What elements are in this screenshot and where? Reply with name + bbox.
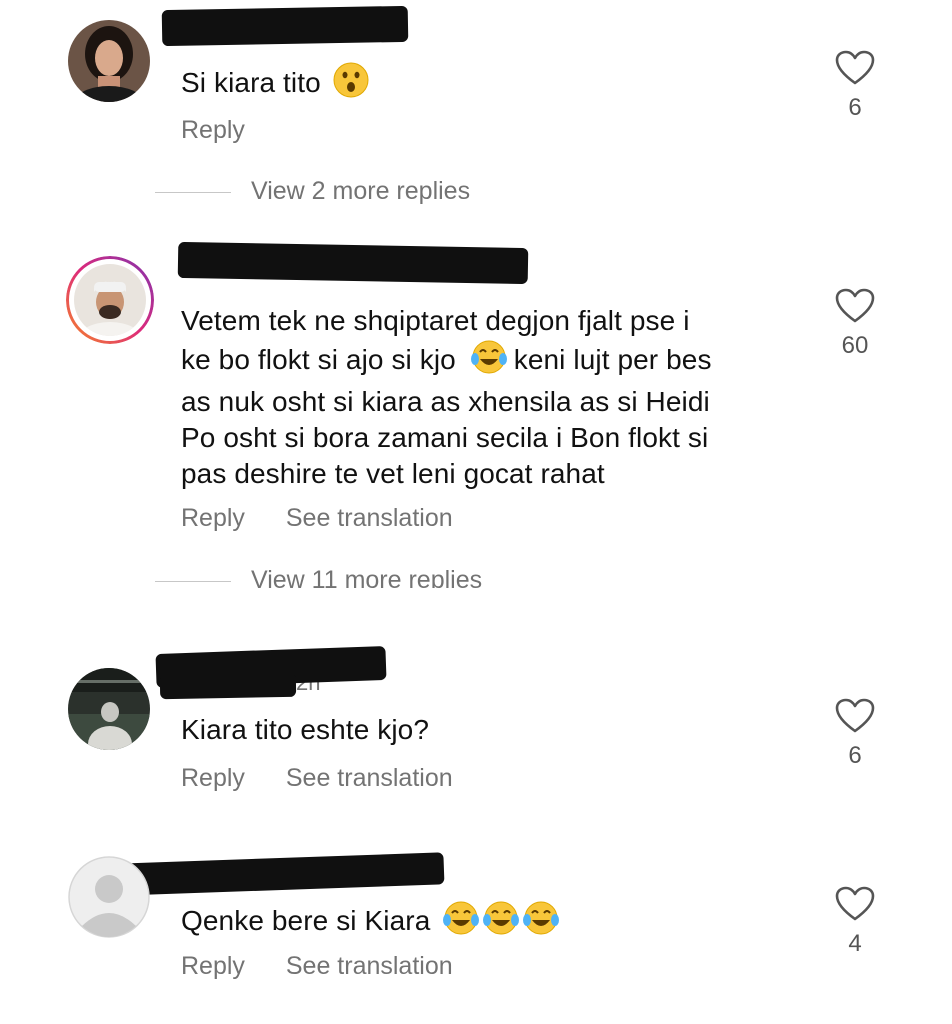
comment-text: Kiara tito eshte kjo? bbox=[181, 714, 430, 745]
view-more-replies-button[interactable]: View 2 more replies bbox=[251, 177, 470, 205]
reply-button[interactable]: Reply bbox=[181, 952, 245, 980]
see-translation-button[interactable]: See translation bbox=[286, 504, 453, 532]
see-translation-button[interactable]: See translation bbox=[286, 952, 453, 980]
view-more-replies: View 11 more replies bbox=[155, 566, 482, 588]
like-count: 60 bbox=[841, 332, 869, 359]
view-more-replies-button[interactable]: View 11 more replies bbox=[251, 566, 482, 588]
comment-actions: Reply See translation bbox=[181, 764, 487, 793]
like-count: 4 bbox=[848, 930, 862, 957]
tears-of-joy-icon bbox=[470, 339, 508, 384]
comment-actions: Reply See translation bbox=[181, 952, 487, 981]
comment-text: Si kiara tito bbox=[181, 62, 369, 107]
default-avatar[interactable] bbox=[68, 856, 150, 938]
like-control: 6 bbox=[832, 698, 878, 770]
like-control: 4 bbox=[832, 886, 878, 958]
comment-actions: Reply See translation bbox=[181, 504, 487, 533]
avatar[interactable] bbox=[68, 668, 150, 750]
comment-text: Vetem tek ne shqiptaret degjon fjalt pse… bbox=[181, 305, 712, 489]
avatar[interactable] bbox=[68, 20, 150, 102]
reply-button[interactable]: Reply bbox=[181, 504, 245, 532]
username-redaction bbox=[177, 241, 529, 285]
tears-of-joy-icon bbox=[442, 900, 560, 945]
see-translation-button[interactable]: See translation bbox=[286, 764, 453, 792]
like-control: 6 bbox=[832, 50, 878, 122]
heart-icon[interactable] bbox=[835, 886, 875, 922]
comment-actions: Reply bbox=[181, 116, 279, 145]
heart-icon[interactable] bbox=[835, 288, 875, 324]
username-redaction-2 bbox=[159, 672, 297, 700]
view-more-replies: View 2 more replies bbox=[155, 177, 470, 206]
divider-line bbox=[155, 191, 231, 193]
comment-text: Qenke bere si Kiara bbox=[181, 900, 560, 945]
like-control: 60 bbox=[832, 288, 878, 360]
like-count: 6 bbox=[848, 94, 862, 121]
avatar-with-story-ring[interactable] bbox=[66, 256, 154, 344]
like-count: 6 bbox=[848, 742, 862, 769]
heart-icon[interactable] bbox=[835, 50, 875, 86]
divider-line bbox=[155, 580, 231, 582]
astonished-face-icon bbox=[333, 62, 369, 107]
reply-button[interactable]: Reply bbox=[181, 764, 245, 792]
username-redaction bbox=[161, 5, 409, 47]
heart-icon[interactable] bbox=[835, 698, 875, 734]
username-redaction bbox=[117, 852, 445, 896]
reply-button[interactable]: Reply bbox=[181, 116, 245, 144]
